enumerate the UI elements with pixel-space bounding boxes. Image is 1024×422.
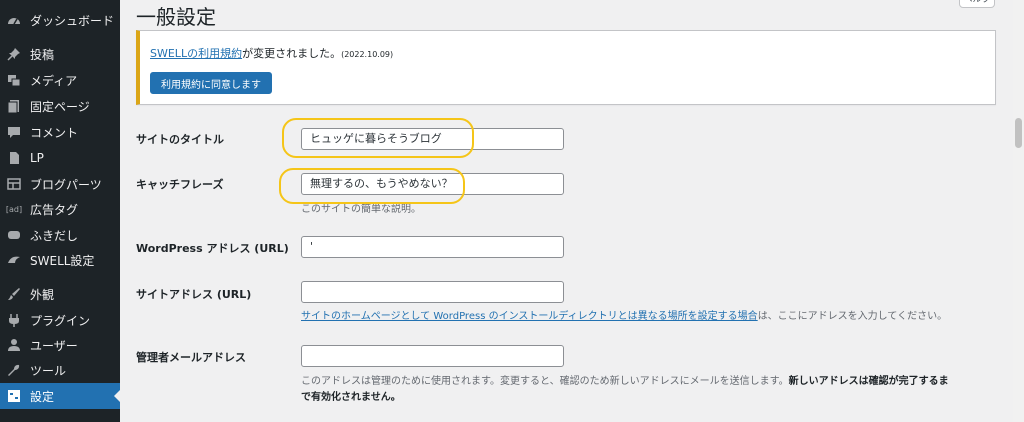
ad-icon: [ad]	[5, 204, 23, 214]
sidebar-item-plugins[interactable]: プラグイン	[0, 307, 120, 333]
help-tab-button[interactable]: ヘルプ	[959, 0, 995, 8]
terms-notice: SWELLの利用規約が変更されました。(2022.10.09) 利用規約に同意し…	[136, 30, 996, 105]
admin-email-description-line1: このアドレスは管理のために使用されます。変更すると、確認のため新しいアドレスにメ…	[301, 372, 949, 387]
wp-address-input[interactable]: '	[301, 236, 564, 258]
sidebar-item-label: コメント	[30, 125, 79, 140]
tagline-label: キャッチフレーズ	[136, 178, 224, 191]
sidebar-item-label: 外観	[30, 287, 55, 302]
sidebar-item-label: ふきだし	[30, 228, 79, 243]
wrench-icon	[7, 363, 21, 377]
admin-sidebar: ダッシュボード 投稿 メディア 固定ページ コメント LP ブログパーツ [ad…	[0, 0, 120, 422]
lp-icon	[7, 151, 21, 165]
site-address-help-link[interactable]: サイトのホームページとして WordPress のインストールディレクトリとは異…	[301, 311, 758, 322]
page-scrollbar[interactable]	[1013, 0, 1024, 422]
sidebar-item-label: LP	[30, 151, 44, 165]
sidebar-item-label: 設定	[30, 389, 55, 404]
terms-link[interactable]: SWELLの利用規約	[150, 47, 242, 60]
sidebar-item-label: SWELL設定	[30, 253, 95, 268]
highlight-annotation	[279, 168, 465, 204]
notice-date: (2022.10.09)	[341, 50, 394, 59]
site-address-input[interactable]	[301, 281, 564, 303]
site-address-desc-text: は、ここにアドレスを入力してください。	[757, 311, 948, 322]
sidebar-item-appearance[interactable]: 外観	[0, 281, 120, 307]
sidebar-item-swell-settings[interactable]: SWELL設定	[0, 247, 120, 273]
sidebar-item-label: 広告タグ	[30, 202, 79, 217]
sidebar-item-dashboard[interactable]: ダッシュボード	[0, 7, 120, 33]
blog-parts-icon	[7, 177, 21, 191]
sidebar-item-label: ブログパーツ	[30, 177, 102, 192]
admin-email-description-line2: で有効化されません。	[301, 392, 401, 403]
site-title-label: サイトのタイトル	[136, 133, 224, 146]
comment-icon	[7, 125, 21, 139]
sidebar-item-label: プラグイン	[30, 313, 91, 328]
page-icon	[7, 99, 21, 113]
sidebar-item-blog-parts[interactable]: ブログパーツ	[0, 171, 120, 197]
sidebar-item-tools[interactable]: ツール	[0, 357, 120, 383]
sidebar-item-label: メディア	[30, 73, 78, 88]
admin-email-desc-bold: 新しいアドレスは確認が完了するま	[788, 376, 949, 387]
admin-email-desc-text: このアドレスは管理のために使用されます。変更すると、確認のため新しいアドレスにメ…	[301, 376, 789, 387]
pushpin-icon	[7, 47, 21, 61]
swell-icon	[7, 253, 21, 267]
sidebar-item-comments[interactable]: コメント	[0, 119, 120, 145]
sidebar-item-label: ツール	[30, 363, 67, 378]
page-title: 一般設定	[136, 5, 216, 29]
sidebar-item-settings[interactable]: 設定	[0, 383, 120, 409]
sidebar-item-posts[interactable]: 投稿	[0, 41, 120, 67]
sidebar-item-label: ダッシュボード	[30, 13, 115, 28]
brush-icon	[7, 287, 21, 301]
agree-terms-button[interactable]: 利用規約に同意します	[150, 72, 272, 94]
sidebar-item-label: 投稿	[30, 47, 55, 62]
scrollbar-thumb[interactable]	[1015, 118, 1022, 148]
wp-address-label: WordPress アドレス (URL)	[136, 242, 289, 255]
notice-message: が変更されました。	[242, 47, 342, 60]
notice-text: SWELLの利用規約が変更されました。(2022.10.09)	[150, 45, 393, 61]
site-address-description: サイトのホームページとして WordPress のインストールディレクトリとは異…	[301, 307, 947, 322]
sidebar-item-lp[interactable]: LP	[0, 145, 120, 171]
sidebar-item-media[interactable]: メディア	[0, 67, 120, 93]
sidebar-item-pages[interactable]: 固定ページ	[0, 93, 120, 119]
admin-email-label: 管理者メールアドレス	[136, 351, 246, 364]
sidebar-item-ad-tag[interactable]: [ad] 広告タグ	[0, 196, 120, 222]
highlight-annotation	[282, 118, 474, 158]
sidebar-item-users[interactable]: ユーザー	[0, 332, 120, 358]
sidebar-item-label: ユーザー	[30, 338, 78, 353]
user-icon	[7, 338, 21, 352]
media-icon	[7, 73, 21, 87]
dashboard-icon	[7, 13, 21, 27]
admin-email-input[interactable]	[301, 345, 564, 367]
settings-icon	[7, 389, 21, 403]
sidebar-item-label: 固定ページ	[30, 99, 90, 114]
sidebar-item-speech-bubble[interactable]: ふきだし	[0, 222, 120, 248]
site-address-label: サイトアドレス (URL)	[136, 288, 252, 301]
speech-bubble-icon	[7, 228, 21, 242]
plugin-icon	[7, 313, 21, 327]
